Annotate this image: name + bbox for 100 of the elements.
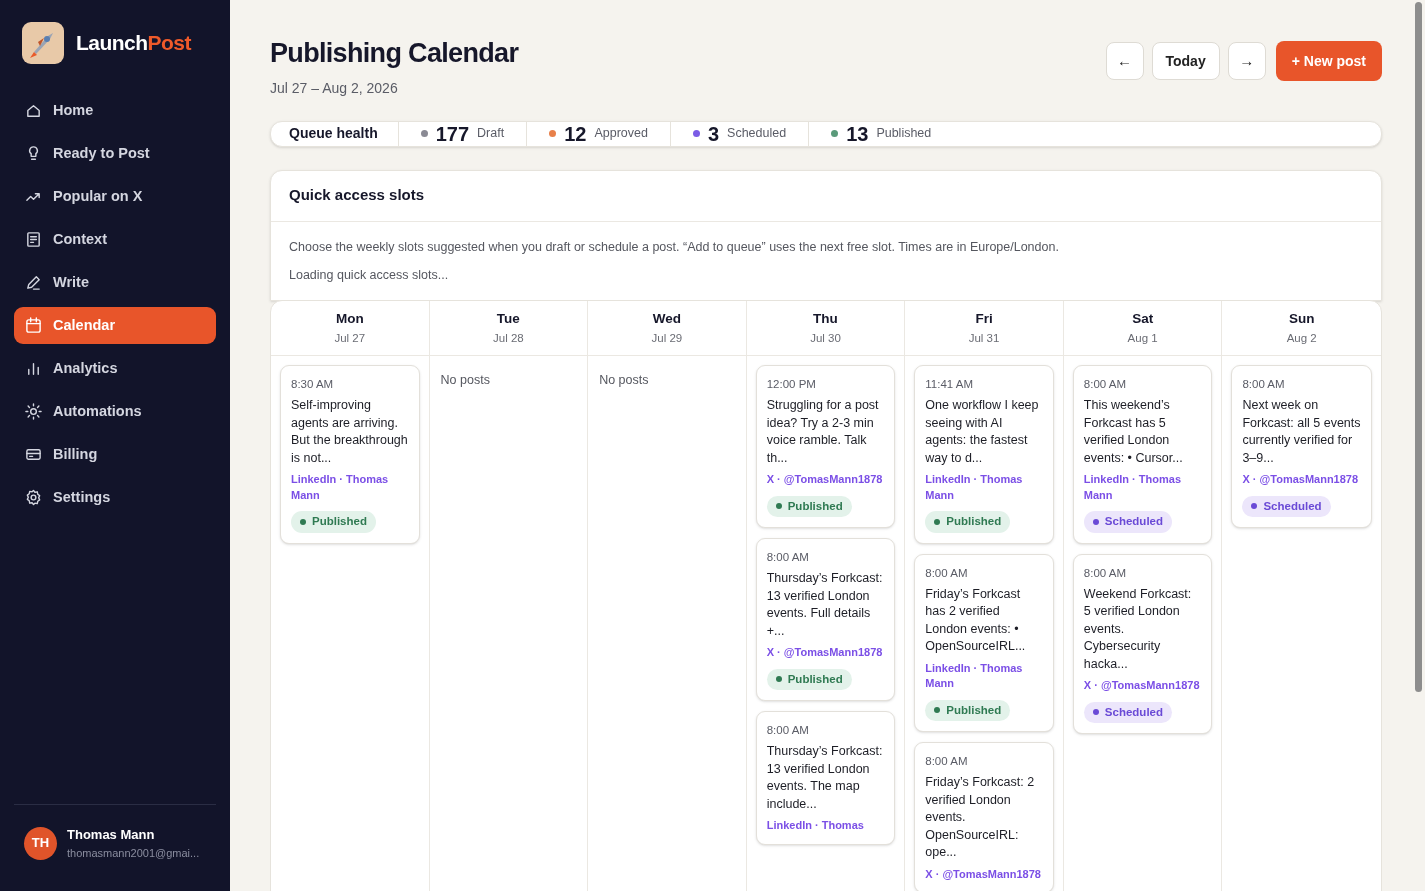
day-name: Wed [652, 310, 682, 329]
stat-label: Published [876, 125, 932, 143]
day-name: Mon [335, 310, 364, 329]
day-date: Jul 27 [334, 330, 366, 346]
post-time: 8:00 AM [766, 550, 810, 565]
credit-card-icon [25, 446, 42, 463]
post-text: Self-improving agents are arriving. But the breakthrough is not... [291, 397, 409, 467]
post-time: 8:30 AM [291, 377, 335, 392]
post-text: Struggling for a post idea? Try a 2-3 min voice ramble. Talk th... [766, 397, 880, 467]
post-card[interactable]: 8:00 AM Next week on Forkcast: all 5 events currently verified for 3–9... X · @TomasMann1878 Scheduled [1231, 365, 1372, 528]
stat-count: 13 [846, 121, 869, 147]
post-time: 8:00 AM [1242, 377, 1286, 392]
bar-chart-icon [25, 360, 42, 377]
description-text: Choose the weekly slots suggested when you draft or schedule a post. “Add to queue” uses the next free slot. Times are in Europe/London. [289, 238, 1060, 256]
nav-item[interactable]: Settings [14, 479, 216, 516]
stat-count: 12 [564, 121, 587, 147]
new-post-button[interactable]: + New post [1275, 41, 1382, 81]
post-card[interactable]: 8:00 AM Friday’s Forkcast: 2 verified London events. OpenSourceIRL: ope... X · @TomasMann1878 [914, 742, 1054, 891]
day-name: Sat [1132, 310, 1154, 329]
nav-item[interactable]: Context [14, 221, 216, 258]
status-badge: Published [925, 511, 1011, 533]
day-date: Jul 31 [968, 330, 1000, 346]
brand-name: LaunchPost [76, 30, 191, 57]
today-button[interactable]: Today [1151, 42, 1220, 80]
post-channel: X · @TomasMann1878 [766, 645, 884, 661]
post-time: 11:41 AM [925, 377, 975, 392]
post-card[interactable]: 8:00 AM Thursday’s Forkcast: 13 verified London events. Full details +... X · @TomasMann1878 Published [755, 538, 896, 701]
post-text: Thursday’s Forkcast: 13 verified London events. Full details +... [766, 570, 884, 640]
post-channel: LinkedIn · Thomas Mann [1083, 472, 1183, 503]
day-name: Fri [975, 310, 993, 329]
section-title: Quick access slots [289, 185, 425, 206]
post-text: One workflow I keep seeing with AI agents: the fastest way to d... [925, 397, 1040, 467]
settings-icon [25, 489, 42, 506]
post-card[interactable]: 8:00 AM Thursday’s Forkcast: 13 verified London events. The map include... LinkedIn · Thomas [755, 711, 896, 845]
day-date: Jul 30 [810, 330, 841, 346]
user-name: Thomas Mann [67, 826, 156, 844]
post-text: Friday’s Forkcast has 2 verified London events: • OpenSourceIRL... [925, 585, 1027, 656]
home-icon [25, 102, 42, 119]
queue-health-label: Queue health [289, 124, 379, 143]
post-time: 8:00 AM [925, 754, 969, 769]
post-card[interactable]: 12:00 PM Struggling for a post idea? Try a 2-3 min voice ramble. Talk th... X · @TomasMann1878 Published [755, 365, 896, 528]
nav-item[interactable]: Billing [14, 436, 216, 473]
post-text: This weekend’s Forkcast has 5 verified London events: • Cursor... [1083, 397, 1184, 467]
post-text: Friday’s Forkcast: 2 verified London events. OpenSourceIRL: ope... [925, 774, 1036, 862]
post-channel: X · @TomasMann1878 [1242, 472, 1360, 488]
nav-item[interactable]: Home [14, 92, 216, 129]
status-badge: Scheduled [1242, 495, 1331, 517]
nav-item[interactable]: Ready to Post [14, 135, 216, 172]
nav-item[interactable]: Popular on X [14, 178, 216, 215]
pencil-icon [25, 274, 42, 291]
post-card[interactable]: 8:30 AM Self-improving agents are arriving. But the breakthrough is not... LinkedIn · Thomas Mann Published [280, 365, 420, 544]
user-email: thomasmann2001@gmai... [67, 845, 200, 861]
post-channel: X · @TomasMann1878 [925, 866, 1042, 882]
status-badge: Published [291, 511, 376, 533]
post-time: 8:00 AM [925, 565, 969, 581]
next-week-button[interactable]: → [1227, 42, 1266, 80]
stat-label: Draft [477, 125, 505, 143]
post-channel: LinkedIn · Thomas [766, 818, 865, 834]
stat-count: 3 [707, 121, 720, 147]
post-card[interactable]: 11:41 AM One workflow I keep seeing with AI agents: the fastest way to d... LinkedIn · Thomas Mann Published [914, 365, 1054, 544]
calendar-icon [25, 317, 42, 334]
stat-label: Approved [594, 125, 648, 143]
status-badge: Published [766, 495, 852, 517]
day-name: Sun [1288, 310, 1315, 329]
rocket-logo-icon [22, 22, 64, 64]
empty-text: No posts [439, 372, 491, 389]
post-card[interactable]: 8:00 AM Friday’s Forkcast has 2 verified London events: • OpenSourceIRL... LinkedIn · Thomas Mann Published [914, 553, 1054, 732]
previous-week-button[interactable]: ← [1105, 42, 1144, 80]
day-date: Aug 1 [1127, 330, 1158, 346]
nav-item[interactable]: Calendar [14, 307, 216, 344]
document-icon [25, 231, 42, 248]
page-title: Publishing Calendar [270, 37, 519, 70]
post-time: 12:00 PM [766, 377, 817, 392]
day-name: Tue [496, 310, 520, 329]
post-text: Next week on Forkcast: all 5 events currently verified for 3–9... [1242, 397, 1361, 467]
day-name: Thu [813, 310, 838, 329]
post-channel: LinkedIn · Thomas Mann [291, 472, 390, 503]
empty-text: No posts [598, 372, 650, 389]
sun-icon [25, 403, 42, 420]
post-time: 8:00 AM [1083, 377, 1128, 392]
post-time: 8:00 AM [1083, 565, 1128, 581]
post-channel: LinkedIn · Thomas Mann [925, 472, 1024, 503]
post-channel: LinkedIn · Thomas Mann [925, 660, 1024, 692]
post-channel: X · @TomasMann1878 [766, 472, 884, 488]
stat-count: 177 [435, 121, 470, 147]
nav-item[interactable]: Automations [14, 393, 216, 430]
nav-item[interactable]: Analytics [14, 350, 216, 387]
status-badge: Scheduled [1083, 701, 1172, 723]
loading-text: Loading quick access slots... [289, 267, 450, 285]
date-range: Jul 27 – Aug 2, 2026 [270, 78, 399, 98]
stat-label: Scheduled [727, 125, 787, 143]
status-badge: Scheduled [1083, 511, 1172, 533]
post-time: 8:00 AM [766, 723, 810, 738]
status-badge: Published [925, 699, 1011, 721]
day-date: Jul 28 [493, 330, 524, 346]
post-card[interactable]: 8:00 AM Weekend Forkcast: 5 verified London events. Cybersecurity hacka... X · @TomasMann1878 Scheduled [1072, 553, 1213, 734]
post-card[interactable]: 8:00 AM This weekend’s Forkcast has 5 verified London events: • Cursor... LinkedIn · Thomas Mann Scheduled [1072, 365, 1213, 544]
post-text: Weekend Forkcast: 5 verified London events. Cybersecurity hacka... [1083, 585, 1193, 673]
status-badge: Published [766, 668, 852, 690]
nav-item[interactable]: Write [14, 264, 216, 301]
